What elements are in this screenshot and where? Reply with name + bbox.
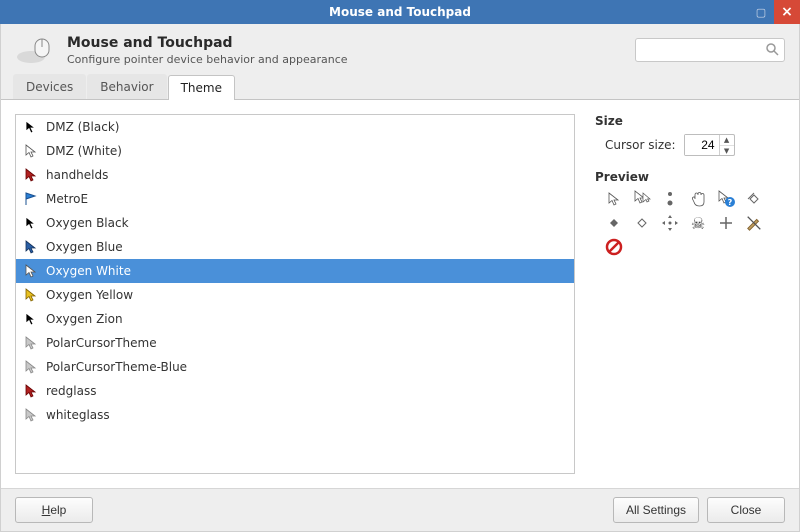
cursor-swatch-icon: [24, 264, 38, 278]
theme-panel: DMZ (Black) DMZ (White) handhelds MetroE Oxy…: [1, 100, 799, 488]
page-subtitle: Configure pointer device behavior and ap…: [67, 53, 348, 66]
preview-pointer-help-icon: ?: [717, 190, 735, 208]
theme-row[interactable]: Oxygen White: [16, 259, 574, 283]
all-settings-button[interactable]: All Settings: [613, 497, 699, 523]
theme-name-label: Oxygen Zion: [46, 312, 123, 326]
preview-single-diamond-icon: [633, 214, 651, 232]
cursor-preview-grid: ?☠: [605, 190, 775, 256]
theme-row[interactable]: PolarCursorTheme: [16, 331, 574, 355]
cursor-size-input[interactable]: [685, 135, 719, 155]
mouse-device-icon: [15, 34, 55, 66]
svg-text:?: ?: [728, 198, 733, 207]
cursor-swatch-icon: [24, 240, 38, 254]
theme-row[interactable]: Oxygen Zion: [16, 307, 574, 331]
theme-row[interactable]: MetroE: [16, 187, 574, 211]
theme-row[interactable]: DMZ (Black): [16, 115, 574, 139]
theme-row[interactable]: handhelds: [16, 163, 574, 187]
theme-row[interactable]: Oxygen Yellow: [16, 283, 574, 307]
cursor-swatch-icon: [24, 312, 38, 326]
cursor-swatch-icon: [24, 384, 38, 398]
cursor-swatch-icon: [24, 192, 38, 206]
minimize-button[interactable]: ▢: [748, 0, 774, 24]
header: Mouse and Touchpad Configure pointer dev…: [1, 24, 799, 74]
theme-name-label: DMZ (White): [46, 144, 122, 158]
cursor-size-row: Cursor size: ▲ ▼: [605, 134, 785, 156]
theme-name-label: redglass: [46, 384, 96, 398]
tab-theme[interactable]: Theme: [168, 75, 235, 100]
preview-skull-icon: ☠: [689, 214, 707, 232]
preview-plus-icon: [717, 214, 735, 232]
theme-row[interactable]: whiteglass: [16, 403, 574, 427]
preview-pointer-copy-icon: [633, 190, 651, 208]
spin-arrows: ▲ ▼: [719, 135, 734, 155]
preview-diag-dots-icon: [661, 190, 679, 208]
theme-row[interactable]: Oxygen Blue: [16, 235, 574, 259]
cursor-size-label: Cursor size:: [605, 138, 676, 152]
theme-name-label: MetroE: [46, 192, 88, 206]
theme-name-label: PolarCursorTheme: [46, 336, 157, 350]
theme-name-label: Oxygen White: [46, 264, 131, 278]
preview-hand-icon: [689, 190, 707, 208]
tab-behavior[interactable]: Behavior: [87, 74, 166, 99]
window-controls: ▢ ×: [748, 0, 800, 24]
preview-section-title: Preview: [595, 170, 785, 184]
cursor-size-spinbox[interactable]: ▲ ▼: [684, 134, 735, 156]
theme-name-label: Oxygen Blue: [46, 240, 123, 254]
preview-forbidden-icon: [605, 238, 623, 256]
cursor-swatch-icon: [24, 168, 38, 182]
cursor-swatch-icon: [24, 360, 38, 374]
cursor-swatch-icon: [24, 408, 38, 422]
header-text: Mouse and Touchpad Configure pointer dev…: [67, 35, 348, 66]
theme-name-label: PolarCursorTheme-Blue: [46, 360, 187, 374]
page-title: Mouse and Touchpad: [67, 35, 348, 51]
close-button[interactable]: Close: [707, 497, 785, 523]
window-body: Mouse and Touchpad Configure pointer dev…: [0, 24, 800, 532]
cursor-swatch-icon: [24, 216, 38, 230]
cursor-theme-list[interactable]: DMZ (Black) DMZ (White) handhelds MetroE Oxy…: [15, 114, 575, 474]
theme-row[interactable]: redglass: [16, 379, 574, 403]
tab-devices[interactable]: Devices: [13, 74, 86, 99]
titlebar: Mouse and Touchpad ▢ ×: [0, 0, 800, 24]
side-pane: Size Cursor size: ▲ ▼ Preview ?☠: [595, 114, 785, 474]
theme-row[interactable]: Oxygen Black: [16, 211, 574, 235]
footer: Help All Settings Close: [1, 488, 799, 531]
preview-diamond-split-icon: [745, 190, 763, 208]
search-icon: [765, 42, 779, 59]
spin-down-button[interactable]: ▼: [720, 146, 734, 157]
theme-row[interactable]: DMZ (White): [16, 139, 574, 163]
close-window-button[interactable]: ×: [774, 0, 800, 24]
search-input[interactable]: [635, 38, 785, 62]
theme-name-label: handhelds: [46, 168, 108, 182]
window-title: Mouse and Touchpad: [0, 5, 800, 19]
theme-name-label: DMZ (Black): [46, 120, 119, 134]
theme-row[interactable]: PolarCursorTheme-Blue: [16, 355, 574, 379]
preview-move-icon: [661, 214, 679, 232]
cursor-swatch-icon: [24, 288, 38, 302]
cursor-swatch-icon: [24, 120, 38, 134]
cursor-swatch-icon: [24, 144, 38, 158]
theme-name-label: Oxygen Black: [46, 216, 129, 230]
preview-pen-forbid-icon: [745, 214, 763, 232]
theme-name-label: Oxygen Yellow: [46, 288, 133, 302]
theme-name-label: whiteglass: [46, 408, 110, 422]
tab-bar: Devices Behavior Theme: [1, 74, 799, 100]
size-section-title: Size: [595, 114, 785, 128]
search-field-wrap: [635, 38, 785, 62]
preview-diamond-icon: [605, 214, 623, 232]
preview-pointer-icon: [605, 190, 623, 208]
spin-up-button[interactable]: ▲: [720, 135, 734, 146]
help-button[interactable]: Help: [15, 497, 93, 523]
cursor-swatch-icon: [24, 336, 38, 350]
